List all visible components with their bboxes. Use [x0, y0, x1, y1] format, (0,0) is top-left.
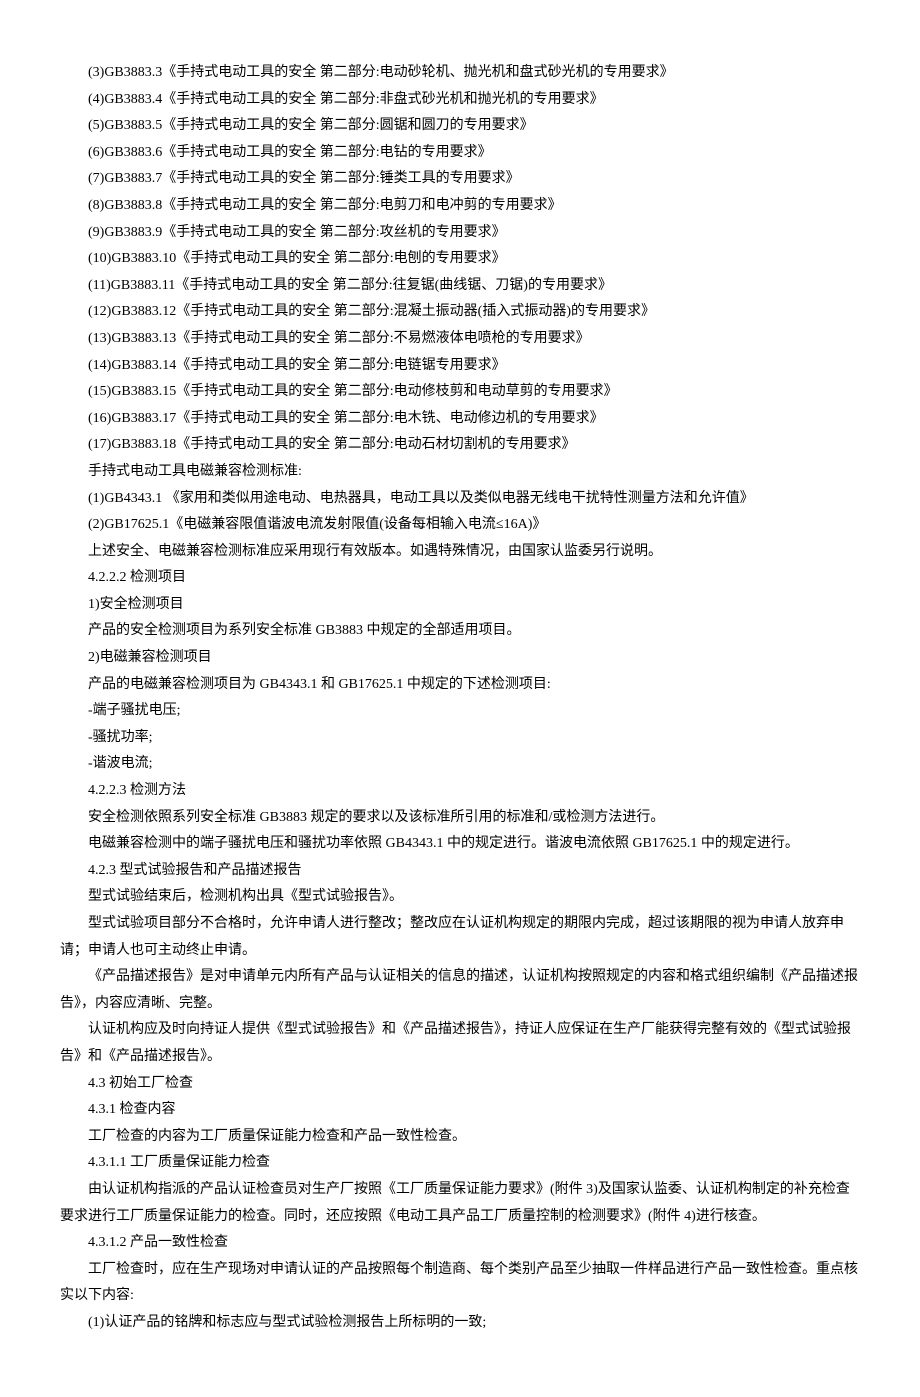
- paragraph-line: (8)GB3883.8《手持式电动工具的安全 第二部分:电剪刀和电冲剪的专用要求…: [60, 193, 860, 220]
- paragraph-line: 4.3.1.2 产品一致性检查: [60, 1230, 860, 1257]
- paragraph-line: (11)GB3883.11《手持式电动工具的安全 第二部分:往复锯(曲线锯、刀锯…: [60, 273, 860, 300]
- paragraph-line: 由认证机构指派的产品认证检查员对生产厂按照《工厂质量保证能力要求》(附件 3)及…: [60, 1177, 860, 1230]
- paragraph-line: 电磁兼容检测中的端子骚扰电压和骚扰功率依照 GB4343.1 中的规定进行。谐波…: [60, 831, 860, 858]
- paragraph-line: 4.3 初始工厂检查: [60, 1071, 860, 1098]
- paragraph-line: (10)GB3883.10《手持式电动工具的安全 第二部分:电刨的专用要求》: [60, 246, 860, 273]
- paragraph-line: (7)GB3883.7《手持式电动工具的安全 第二部分:锤类工具的专用要求》: [60, 166, 860, 193]
- paragraph-line: 产品的电磁兼容检测项目为 GB4343.1 和 GB17625.1 中规定的下述…: [60, 672, 860, 699]
- paragraph-line: (2)GB17625.1《电磁兼容限值谐波电流发射限值(设备每相输入电流≤16A…: [60, 512, 860, 539]
- paragraph-line: 《产品描述报告》是对申请单元内所有产品与认证相关的信息的描述，认证机构按照规定的…: [60, 964, 860, 1017]
- document-body: (3)GB3883.3《手持式电动工具的安全 第二部分:电动砂轮机、抛光机和盘式…: [60, 60, 860, 1337]
- paragraph-line: 认证机构应及时向持证人提供《型式试验报告》和《产品描述报告》，持证人应保证在生产…: [60, 1017, 860, 1070]
- paragraph-line: (17)GB3883.18《手持式电动工具的安全 第二部分:电动石材切割机的专用…: [60, 432, 860, 459]
- paragraph-line: (3)GB3883.3《手持式电动工具的安全 第二部分:电动砂轮机、抛光机和盘式…: [60, 60, 860, 87]
- paragraph-line: 产品的安全检测项目为系列安全标准 GB3883 中规定的全部适用项目。: [60, 618, 860, 645]
- paragraph-line: (5)GB3883.5《手持式电动工具的安全 第二部分:圆锯和圆刀的专用要求》: [60, 113, 860, 140]
- paragraph-line: 4.2.2.3 检测方法: [60, 778, 860, 805]
- paragraph-line: -骚扰功率;: [60, 725, 860, 752]
- paragraph-line: -谐波电流;: [60, 751, 860, 778]
- paragraph-line: 1)安全检测项目: [60, 592, 860, 619]
- paragraph-line: (1)认证产品的铭牌和标志应与型式试验检测报告上所标明的一致;: [60, 1310, 860, 1337]
- paragraph-line: 型式试验项目部分不合格时，允许申请人进行整改；整改应在认证机构规定的期限内完成，…: [60, 911, 860, 964]
- paragraph-line: (4)GB3883.4《手持式电动工具的安全 第二部分:非盘式砂光机和抛光机的专…: [60, 87, 860, 114]
- paragraph-line: (9)GB3883.9《手持式电动工具的安全 第二部分:攻丝机的专用要求》: [60, 220, 860, 247]
- paragraph-line: 手持式电动工具电磁兼容检测标准:: [60, 459, 860, 486]
- paragraph-line: (1)GB4343.1 《家用和类似用途电动、电热器具，电动工具以及类似电器无线…: [60, 486, 860, 513]
- paragraph-line: 4.2.2.2 检测项目: [60, 565, 860, 592]
- paragraph-line: (15)GB3883.15《手持式电动工具的安全 第二部分:电动修枝剪和电动草剪…: [60, 379, 860, 406]
- paragraph-line: 2)电磁兼容检测项目: [60, 645, 860, 672]
- paragraph-line: (13)GB3883.13《手持式电动工具的安全 第二部分:不易燃液体电喷枪的专…: [60, 326, 860, 353]
- paragraph-line: 安全检测依照系列安全标准 GB3883 规定的要求以及该标准所引用的标准和/或检…: [60, 805, 860, 832]
- paragraph-line: (6)GB3883.6《手持式电动工具的安全 第二部分:电钻的专用要求》: [60, 140, 860, 167]
- paragraph-line: 型式试验结束后，检测机构出具《型式试验报告》。: [60, 884, 860, 911]
- paragraph-line: 4.3.1 检查内容: [60, 1097, 860, 1124]
- paragraph-line: 上述安全、电磁兼容检测标准应采用现行有效版本。如遇特殊情况，由国家认监委另行说明…: [60, 539, 860, 566]
- paragraph-line: (12)GB3883.12《手持式电动工具的安全 第二部分:混凝土振动器(插入式…: [60, 299, 860, 326]
- paragraph-line: 4.3.1.1 工厂质量保证能力检查: [60, 1150, 860, 1177]
- paragraph-line: (16)GB3883.17《手持式电动工具的安全 第二部分:电木铣、电动修边机的…: [60, 406, 860, 433]
- paragraph-line: 工厂检查的内容为工厂质量保证能力检查和产品一致性检查。: [60, 1124, 860, 1151]
- paragraph-line: 4.2.3 型式试验报告和产品描述报告: [60, 858, 860, 885]
- paragraph-line: -端子骚扰电压;: [60, 698, 860, 725]
- paragraph-line: (14)GB3883.14《手持式电动工具的安全 第二部分:电链锯专用要求》: [60, 353, 860, 380]
